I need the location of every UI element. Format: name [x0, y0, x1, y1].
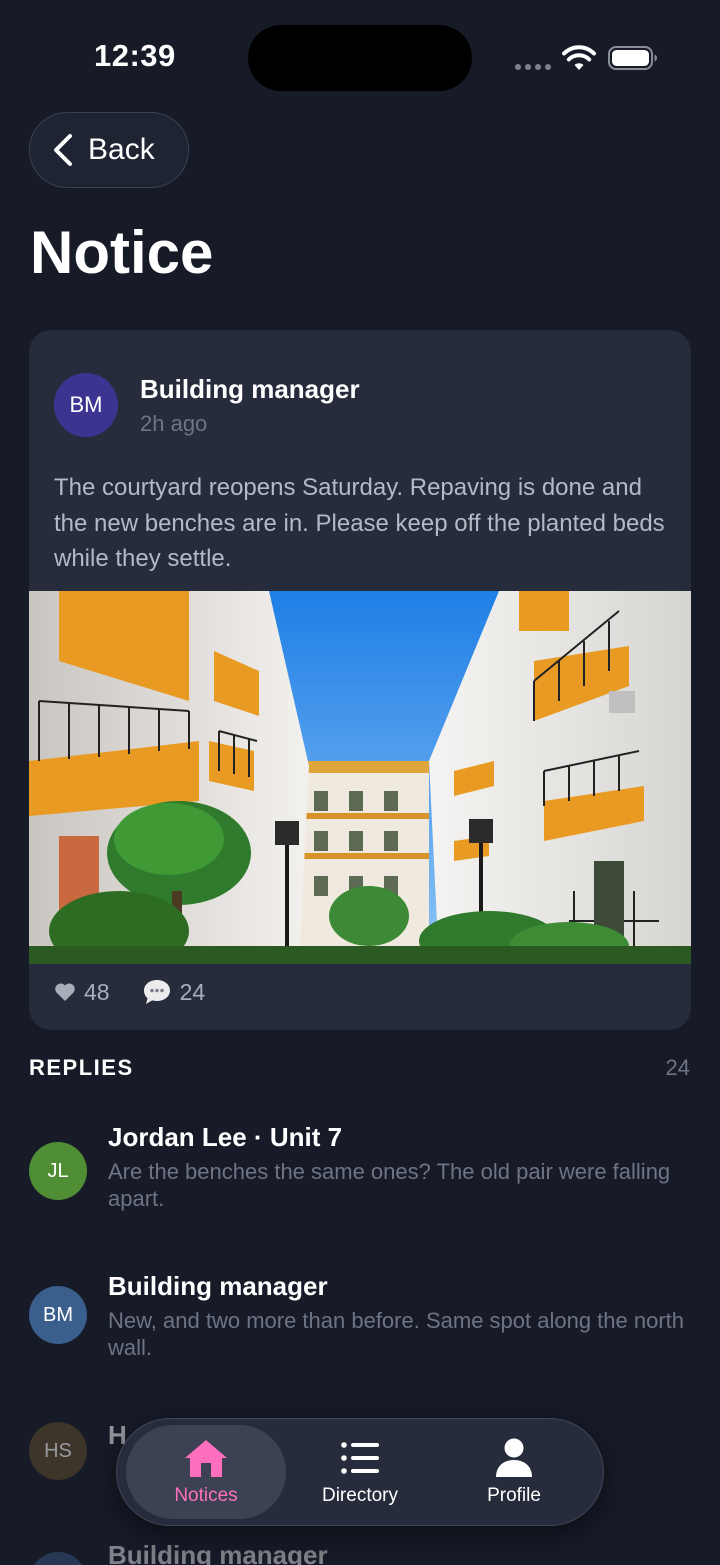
tab-label: Notices	[174, 1485, 238, 1506]
notice-stats: 48 24	[54, 978, 205, 1006]
reply-author: Building manager	[108, 1540, 328, 1565]
courtyard-photo[interactable]	[29, 591, 691, 964]
tab-notices[interactable]: Notices	[126, 1425, 286, 1519]
back-button[interactable]: Back	[29, 112, 189, 188]
status-bar: 12:39	[0, 0, 720, 110]
home-icon	[185, 1440, 227, 1477]
comment-stat[interactable]: 24	[142, 978, 206, 1006]
dynamic-island	[248, 25, 472, 91]
replies-count: 24	[665, 1055, 690, 1080]
tab-bar: Notices Directory Profile	[116, 1418, 604, 1526]
battery-icon	[608, 46, 657, 70]
avatar: BM	[54, 373, 118, 437]
person-icon	[496, 1438, 532, 1477]
reply-author: Jordan Lee · Unit 7	[108, 1122, 343, 1152]
like-count: 48	[84, 978, 110, 1005]
tab-label: Directory	[321, 1485, 398, 1506]
replies-heading: REPLIES	[29, 1055, 134, 1080]
list-icon	[341, 1442, 379, 1474]
heart-icon	[55, 983, 75, 1001]
reply-text: Are the benches the same ones? The old p…	[108, 1159, 671, 1211]
notice-author: Building manager	[140, 374, 360, 404]
back-label: Back	[88, 133, 155, 166]
avatar: JL	[29, 1142, 87, 1200]
page-title: Notice	[30, 219, 214, 286]
avatar: BM	[29, 1286, 87, 1344]
reply-item[interactable]: BM Building manager New, and two more th…	[29, 1271, 691, 1371]
tab-label: Profile	[487, 1485, 541, 1506]
notice-timestamp: 2h ago	[140, 411, 208, 436]
avatar	[29, 1552, 87, 1565]
tab-directory[interactable]: Directory	[280, 1425, 440, 1519]
chevron-left-icon	[54, 134, 72, 166]
reply-text: New, and two more than before. Same spot…	[108, 1308, 685, 1360]
notice-card: BM Building manager 2h ago The courtyard…	[29, 330, 691, 1030]
tab-profile[interactable]: Profile	[434, 1425, 594, 1519]
speech-bubble-icon	[143, 980, 170, 1004]
reply-item[interactable]: JL Jordan Lee · Unit 7 Are the benches t…	[29, 1122, 691, 1222]
reply-author: Building manager	[108, 1271, 328, 1301]
notice-body: The courtyard reopens Saturday. Repaving…	[54, 474, 665, 572]
status-time: 12:39	[94, 38, 176, 73]
like-stat[interactable]: 48	[54, 979, 110, 1006]
comment-count: 24	[179, 978, 206, 1005]
wifi-icon	[562, 45, 596, 70]
avatar: HS	[29, 1422, 87, 1480]
cellular-signal-icon	[515, 64, 551, 70]
reply-item[interactable]: Building manager	[29, 1540, 691, 1565]
